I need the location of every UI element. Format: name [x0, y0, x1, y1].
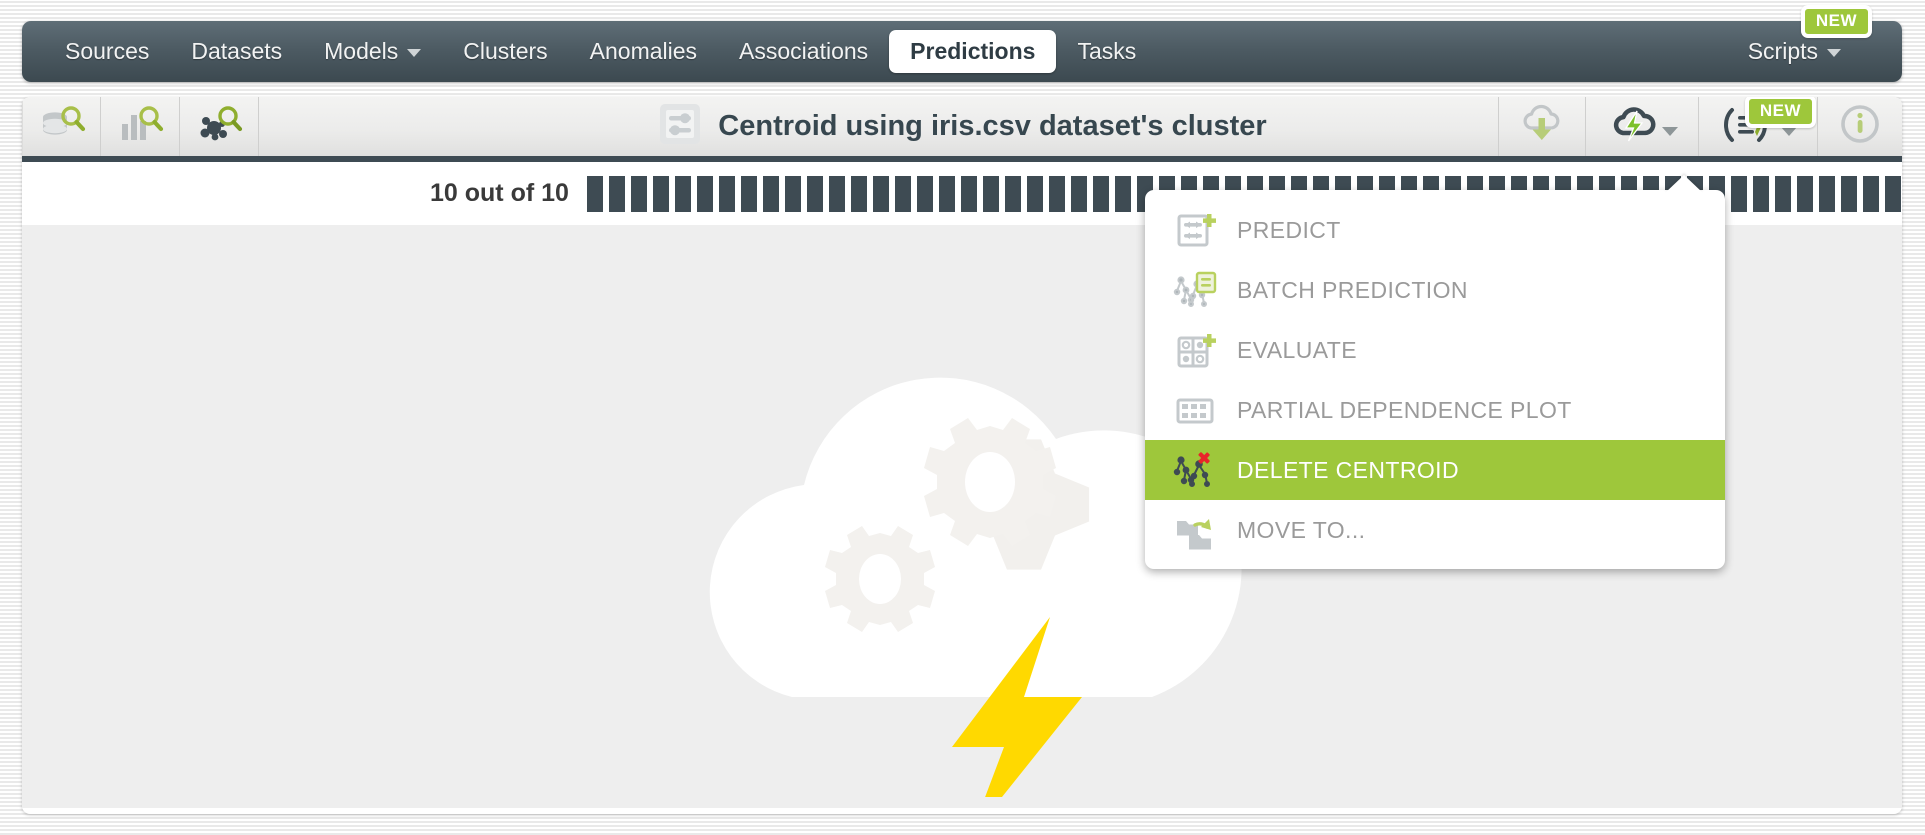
datasets-search-button[interactable] [101, 97, 180, 156]
navbar-right: NEW Scripts [1727, 5, 1880, 73]
chevron-down-icon [407, 49, 422, 57]
toolbar-right-group: NEW [1498, 97, 1902, 156]
delete-centroid-icon [1173, 449, 1219, 491]
nav-item-clusters[interactable]: Clusters [442, 30, 568, 73]
download-cloud-icon [1519, 102, 1565, 151]
nav-item-label: Associations [739, 38, 869, 64]
actions-dropdown-menu: PREDICT BATCH PREDICTION EVALUATE PARTIA… [1145, 190, 1725, 569]
nav-item-label: Sources [65, 38, 150, 64]
batch-prediction-icon [1173, 269, 1219, 311]
menu-item-delete-centroid[interactable]: DELETE CENTROID [1145, 440, 1725, 500]
api-request-new-badge: NEW [1744, 97, 1816, 128]
menu-item-batch-prediction[interactable]: BATCH PREDICTION [1145, 260, 1725, 320]
nav-item-sources[interactable]: Sources [44, 30, 170, 73]
info-button[interactable] [1817, 97, 1902, 156]
chevron-down-icon [1827, 49, 1841, 57]
menu-item-evaluate[interactable]: EVALUATE [1145, 320, 1725, 380]
nav-item-label: Models [324, 38, 399, 64]
nav-item-datasets[interactable]: Datasets [170, 30, 303, 73]
partial-dependence-plot-icon [1173, 389, 1219, 431]
actions-lightning-icon [1606, 102, 1658, 151]
nav-item-anomalies[interactable]: Anomalies [569, 30, 718, 73]
dataset-search-icon [38, 104, 86, 149]
main-navbar: Sources Datasets Models Clusters Anomali… [22, 5, 1902, 82]
app-root: Sources Datasets Models Clusters Anomali… [0, 0, 1925, 835]
sources-search-button[interactable] [22, 97, 101, 156]
predict-icon [1173, 209, 1219, 251]
chevron-down-icon [1662, 127, 1678, 136]
evaluate-icon [1173, 329, 1219, 371]
download-button[interactable] [1498, 97, 1585, 156]
centroid-sliders-icon [657, 101, 703, 152]
menu-item-predict[interactable]: PREDICT [1145, 200, 1725, 260]
menu-item-label: BATCH PREDICTION [1237, 276, 1468, 303]
clusters-search-button[interactable] [180, 97, 259, 156]
nav-item-label: Predictions [910, 38, 1036, 64]
menu-item-move-to[interactable]: MOVE TO... [1145, 500, 1725, 560]
menu-item-label: PARTIAL DEPENDENCE PLOT [1237, 396, 1572, 423]
nav-item-label: Anomalies [589, 38, 698, 64]
menu-item-label: DELETE CENTROID [1237, 456, 1459, 483]
nav-item-associations[interactable]: Associations [718, 30, 889, 73]
info-icon [1838, 102, 1882, 151]
nav-item-predictions[interactable]: Predictions [889, 30, 1057, 73]
menu-item-partial-dependence-plot[interactable]: PARTIAL DEPENDENCE PLOT [1145, 380, 1725, 440]
scripts-new-badge: NEW [1800, 5, 1872, 38]
menu-pointer-arrow [1665, 175, 1703, 193]
nav-item-models[interactable]: Models [303, 30, 442, 73]
menu-item-label: MOVE TO... [1237, 516, 1366, 543]
nav-item-tasks[interactable]: Tasks [1056, 30, 1157, 73]
resource-toolbar: Centroid using iris.csv dataset's cluste… [22, 97, 1902, 162]
page-title: Centroid using iris.csv dataset's cluste… [718, 110, 1267, 142]
navbar-items: Sources Datasets Models Clusters Anomali… [44, 30, 1157, 73]
menu-item-label: EVALUATE [1237, 336, 1357, 363]
progress-label: 10 out of 10 [430, 179, 569, 207]
nav-item-label: Tasks [1077, 38, 1137, 64]
toolbar-left-group [22, 97, 259, 156]
nav-item-label: Clusters [463, 38, 548, 64]
menu-item-label: PREDICT [1237, 216, 1341, 243]
cluster-search-icon [194, 104, 244, 149]
actions-menu-button[interactable] [1585, 97, 1698, 156]
move-to-folder-icon [1173, 509, 1219, 551]
chart-search-icon [116, 104, 164, 149]
nav-item-label: Scripts [1747, 38, 1818, 64]
nav-item-label: Datasets [191, 38, 283, 64]
chevron-down-icon [1781, 127, 1797, 136]
